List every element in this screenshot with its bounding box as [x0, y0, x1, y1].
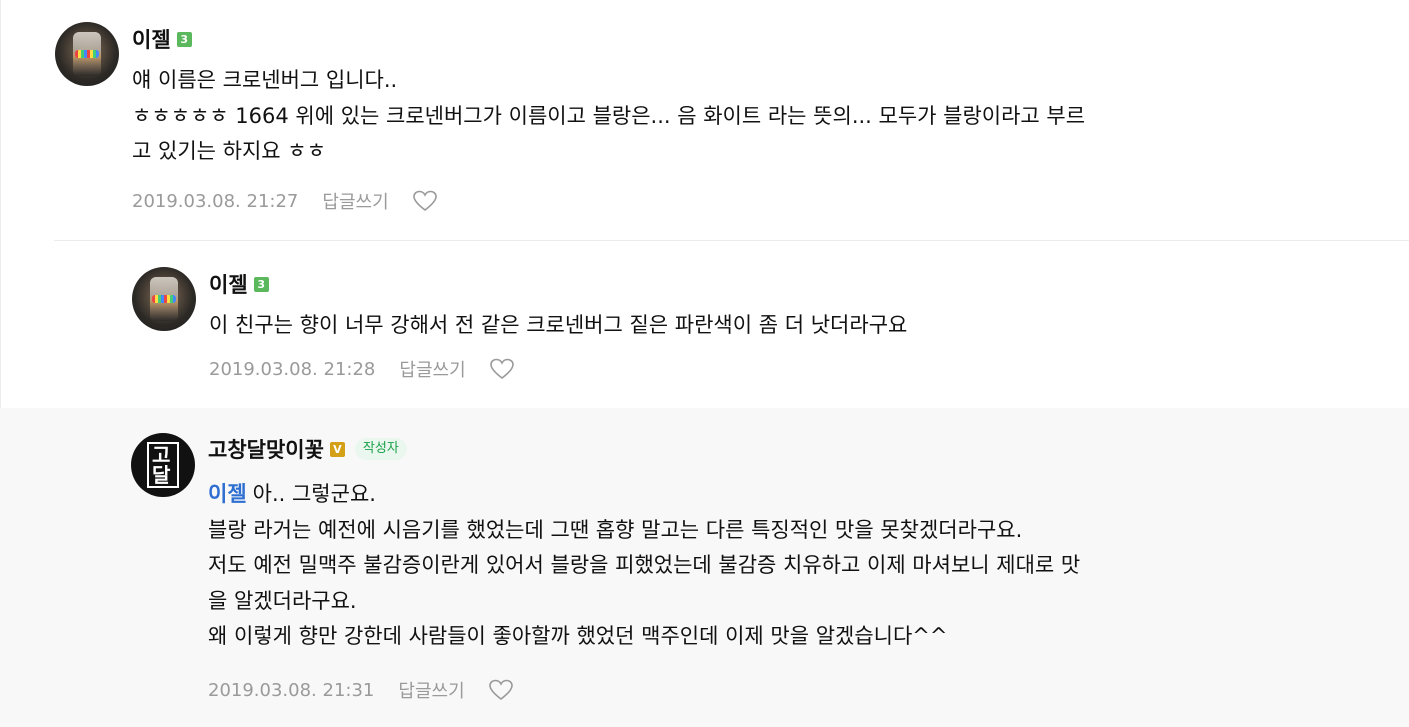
avatar[interactable]: 고달 — [131, 433, 195, 497]
avatar-beads-image — [152, 295, 176, 303]
reply-button[interactable]: 답글쓰기 — [322, 188, 388, 214]
heart-icon-svg — [488, 679, 513, 701]
level-badge: 3 — [176, 31, 192, 47]
avatar-beads-image — [75, 50, 99, 58]
comment-timestamp: 2019.03.08. 21:31 — [208, 679, 375, 701]
comment-line: 고 있기는 하지요 ㅎㅎ — [132, 139, 326, 163]
avatar[interactable] — [55, 22, 119, 86]
level-badge: 3 — [253, 276, 269, 292]
comment-author-name[interactable]: 고창달맞이꽃 — [208, 434, 324, 464]
comment-author-row: 이젤 3 — [132, 24, 192, 54]
comment-author-name[interactable]: 이젤 — [132, 24, 171, 54]
comment-line: 블랑 라거는 예전에 시음기를 했었는데 그땐 홉향 말고는 다른 특징적인 맛… — [208, 517, 1023, 542]
heart-icon[interactable] — [489, 358, 514, 380]
author-tag: 작성자 — [354, 438, 407, 460]
comment-author-name[interactable]: 이젤 — [209, 269, 248, 299]
heart-icon[interactable] — [488, 679, 513, 701]
comment-meta: 2019.03.08. 21:31 답글쓰기 — [208, 677, 513, 703]
comment-line: 저도 예전 밀맥주 불감증이란게 있어서 블랑을 피했었는데 불감증 치유하고 … — [208, 553, 1081, 577]
heart-icon[interactable] — [412, 190, 437, 212]
heart-icon-svg — [412, 190, 437, 212]
comment-author-row: 고창달맞이꽃 V 작성자 — [208, 434, 407, 464]
mention-link[interactable]: 이젤 — [208, 482, 247, 506]
avatar-logo-text: 고달 — [147, 442, 179, 488]
comment-timestamp: 2019.03.08. 21:27 — [132, 190, 299, 212]
heart-icon-svg — [489, 358, 514, 380]
comment-line: 을 알겠더라구요. — [208, 588, 357, 613]
comment-body: 얘 이름은 크로넨버그 입니다.. ㅎㅎㅎㅎㅎ 1664 위에 있는 크로넨버그… — [132, 63, 1085, 170]
comment-line: 이 친구는 향이 너무 강해서 전 같은 크로넨버그 짙은 파란색이 좀 더 낫… — [209, 313, 908, 337]
comment-line-text: 아.. 그렇군요. — [252, 482, 376, 506]
comment-author-row: 이젤 3 — [209, 269, 269, 299]
reply-item: 이젤 3 이 친구는 향이 너무 강해서 전 같은 크로넨버그 짙은 파란색이 … — [0, 241, 1409, 408]
manager-badge: V — [329, 441, 345, 457]
reply-button[interactable]: 답글쓰기 — [399, 356, 465, 382]
comment-line: ㅎㅎㅎㅎㅎ 1664 위에 있는 크로넨버그가 이름이고 블랑은... 음 화이… — [132, 103, 1086, 128]
comment-timestamp: 2019.03.08. 21:28 — [209, 358, 376, 380]
avatar[interactable] — [132, 267, 196, 331]
reply-item-author: 고달 고창달맞이꽃 V 작성자 이젤 아.. 그렇군요. 블랑 라거는 예전에 시… — [0, 408, 1409, 727]
comment-body: 이젤 아.. 그렇군요. 블랑 라거는 예전에 시음기를 했었는데 그땐 홉향 말… — [208, 477, 1080, 655]
comment-item: 이젤 3 얘 이름은 크로넨버그 입니다.. ㅎㅎㅎㅎㅎ 1664 위에 있는 … — [0, 0, 1409, 241]
comment-line: 왜 이렇게 향만 강한데 사람들이 좋아할까 했었던 맥주인데 이제 맛을 알겠… — [208, 624, 948, 648]
comment-meta: 2019.03.08. 21:28 답글쓰기 — [209, 356, 514, 382]
comment-line: 이젤 아.. 그렇군요. — [208, 477, 1080, 513]
reply-button[interactable]: 답글쓰기 — [398, 677, 464, 703]
comment-body: 이 친구는 향이 너무 강해서 전 같은 크로넨버그 짙은 파란색이 좀 더 낫… — [209, 308, 907, 344]
comment-meta: 2019.03.08. 21:27 답글쓰기 — [132, 188, 437, 214]
comment-line: 얘 이름은 크로넨버그 입니다.. — [132, 68, 398, 92]
